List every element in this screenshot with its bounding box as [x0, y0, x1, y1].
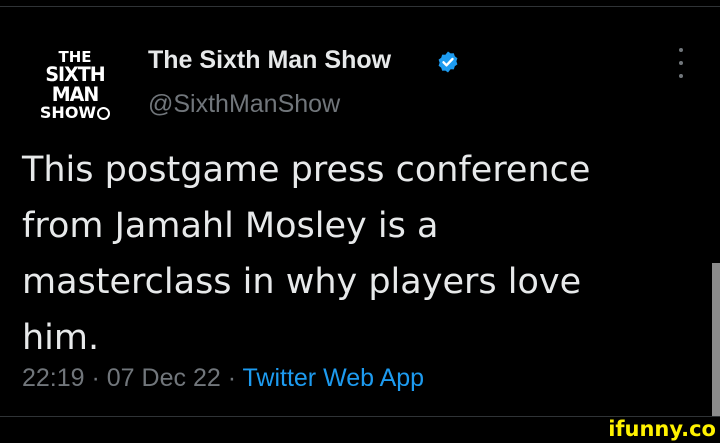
more-dot	[679, 48, 683, 52]
author-display-name[interactable]: The Sixth Man Show	[148, 46, 391, 75]
tweet-text-line: masterclass in why players love	[22, 262, 582, 302]
verified-badge-icon	[438, 51, 458, 73]
tweet-date[interactable]: 07 Dec 22	[107, 364, 221, 392]
basketball-icon	[97, 107, 111, 120]
author-handle[interactable]: @SixthManShow	[148, 90, 340, 119]
tweet-text-line: This postgame press conference	[22, 150, 591, 190]
meta-separator: ·	[84, 364, 107, 392]
tweet-text-line: from Jamahl Mosley is a	[22, 206, 439, 246]
more-dot	[679, 61, 683, 65]
tweet-text-line: him.	[22, 318, 100, 358]
avatar[interactable]: THE SIXTH MAN SHOW	[22, 50, 128, 121]
avatar-line-2: SIXTH MAN	[45, 62, 105, 106]
tweet-meta: 22:19 · 07 Dec 22 · Twitter Web App	[22, 364, 424, 393]
ifunny-watermark: ifunny.co	[608, 417, 716, 441]
tweet-text: This postgame press conference from Jama…	[22, 142, 682, 366]
tweet-time[interactable]: 22:19	[22, 364, 85, 392]
meta-separator: ·	[220, 364, 243, 392]
top-divider	[0, 6, 720, 7]
more-dot	[679, 74, 683, 78]
scrollbar[interactable]	[712, 263, 720, 416]
avatar-line-3-wrap: SHOW	[22, 105, 128, 121]
more-vertical-icon[interactable]	[674, 48, 688, 78]
tweet-source-link[interactable]: Twitter Web App	[243, 364, 425, 392]
